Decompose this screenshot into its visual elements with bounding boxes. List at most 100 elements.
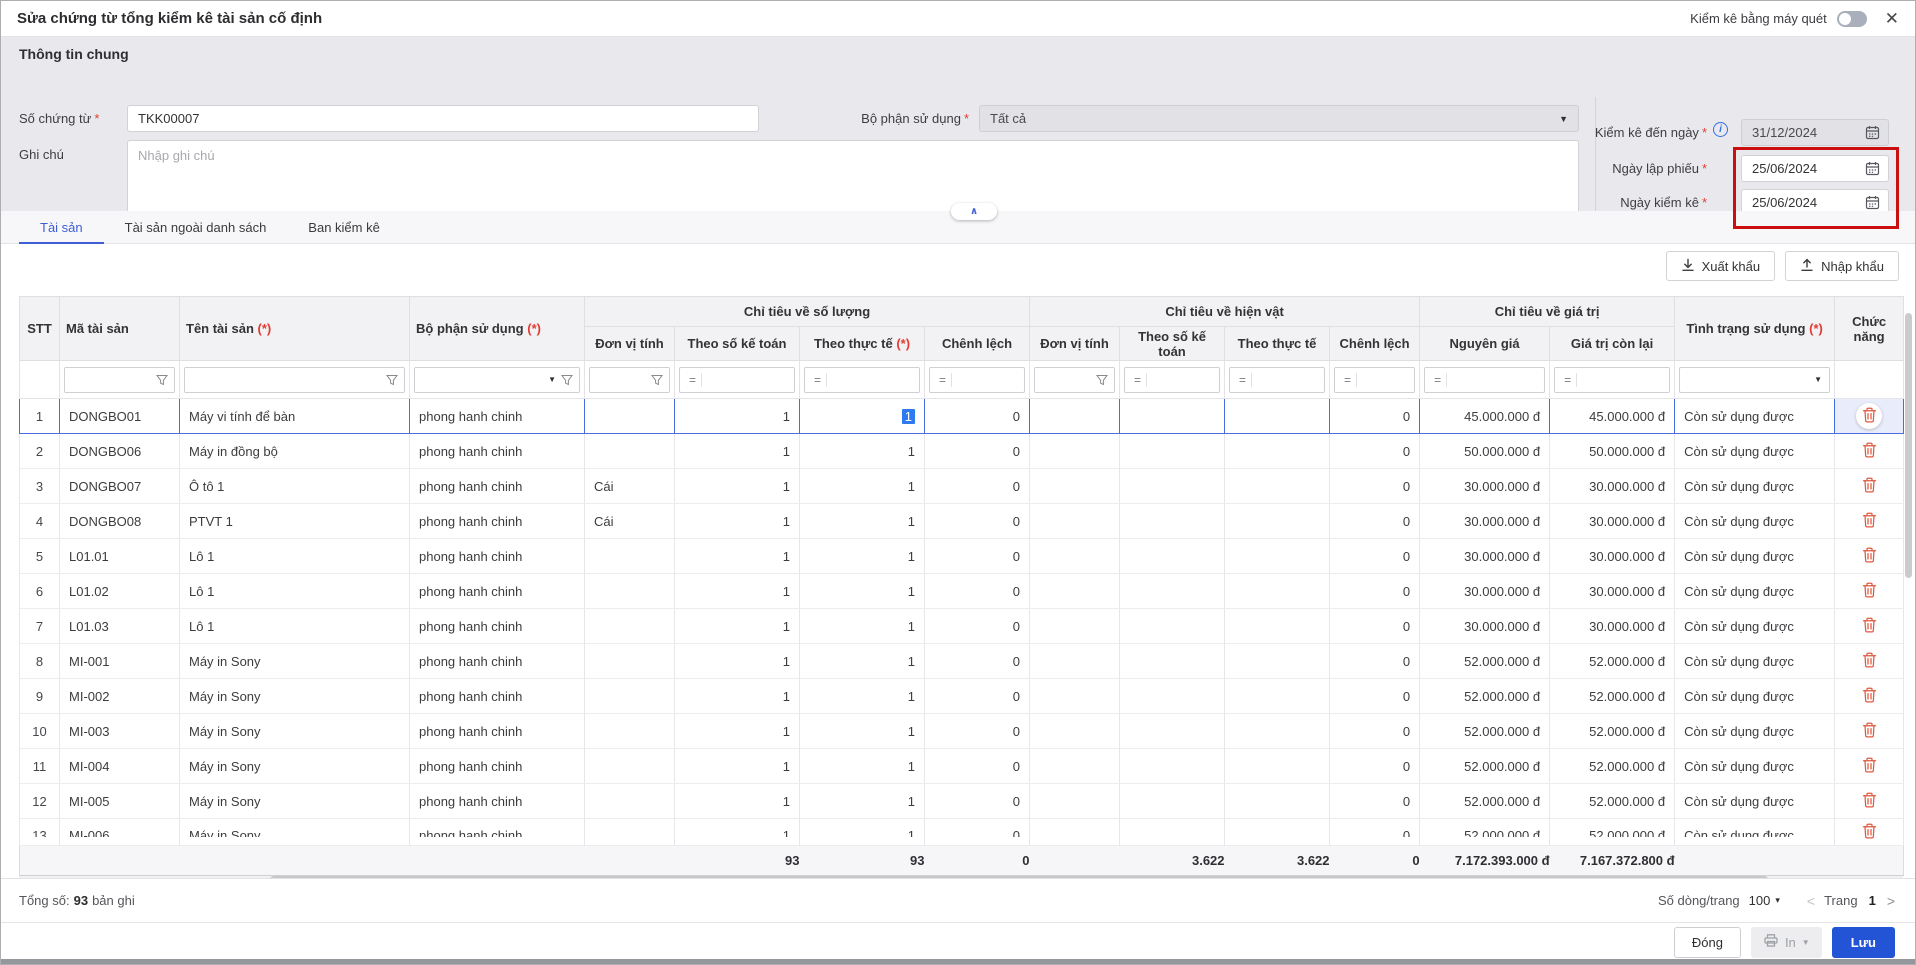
cell-nguyen-gia[interactable]: 52.000.000 đ	[1420, 749, 1550, 784]
cell-don-vi-tinh-sl[interactable]	[585, 819, 675, 846]
cell-chenh-lech-hv[interactable]: 0	[1330, 679, 1420, 714]
cell-don-vi-tinh-sl[interactable]	[585, 749, 675, 784]
cell-bo-phan-su-dung[interactable]: phong hanh chinh	[410, 749, 585, 784]
cell-theo-so-ke-toan-hv[interactable]	[1120, 504, 1225, 539]
cell-gia-tri-con-lai[interactable]: 30.000.000 đ	[1550, 539, 1675, 574]
cell-ma-tai-san[interactable]: MI-004	[60, 749, 180, 784]
filter-ten-tai-san-input[interactable]	[189, 369, 384, 391]
cell-theo-thuc-te-sl[interactable]: 1	[800, 679, 925, 714]
cell-theo-so-ke-toan-sl[interactable]: 1	[675, 434, 800, 469]
cell-don-vi-tinh-hv[interactable]	[1030, 504, 1120, 539]
table-row[interactable]: 1 DONGBO01 Máy vi tính để bàn phong hanh…	[20, 399, 1904, 434]
cell-theo-so-ke-toan-sl[interactable]: 1	[675, 644, 800, 679]
cell-chenh-lech-sl[interactable]: 0	[925, 469, 1030, 504]
cell-chenh-lech-sl[interactable]: 0	[925, 784, 1030, 819]
cell-theo-thuc-te-sl[interactable]: 1	[800, 434, 925, 469]
calendar-icon[interactable]	[1865, 125, 1880, 140]
cell-bo-phan-su-dung[interactable]: phong hanh chinh	[410, 434, 585, 469]
cell-tinh-trang-su-dung[interactable]: Còn sử dụng được	[1675, 434, 1835, 469]
vertical-scrollbar[interactable]	[1905, 299, 1912, 869]
cell-chenh-lech-sl[interactable]: 0	[925, 574, 1030, 609]
cell-chuc-nang[interactable]	[1835, 644, 1904, 679]
cell-chenh-lech-sl[interactable]: 0	[925, 539, 1030, 574]
cell-theo-so-ke-toan-hv[interactable]	[1120, 679, 1225, 714]
cell-chenh-lech-hv[interactable]: 0	[1330, 399, 1420, 434]
cell-don-vi-tinh-hv[interactable]	[1030, 469, 1120, 504]
tab-tai-san-ngoai-danh-sach[interactable]: Tài sản ngoài danh sách	[104, 211, 288, 243]
info-icon[interactable]: i	[1713, 122, 1728, 137]
cell-don-vi-tinh-hv[interactable]	[1030, 399, 1120, 434]
department-select[interactable]: Tất cả ▼	[979, 105, 1579, 132]
cell-chenh-lech-hv[interactable]: 0	[1330, 609, 1420, 644]
cell-theo-thuc-te-hv[interactable]	[1225, 609, 1330, 644]
cell-ten-tai-san[interactable]: Máy in Sony	[180, 749, 410, 784]
cell-nguyen-gia[interactable]: 52.000.000 đ	[1420, 784, 1550, 819]
cell-ten-tai-san[interactable]: Máy in Sony	[180, 679, 410, 714]
cell-don-vi-tinh-sl[interactable]	[585, 644, 675, 679]
cell-chenh-lech-hv[interactable]: 0	[1330, 574, 1420, 609]
cell-chenh-lech-sl[interactable]: 0	[925, 714, 1030, 749]
table-row[interactable]: 7 L01.03 Lô 1 phong hanh chinh 1 1 0 0 3…	[20, 609, 1904, 644]
delete-row-button[interactable]	[1856, 613, 1882, 639]
cell-theo-thuc-te-hv[interactable]	[1225, 714, 1330, 749]
next-page-button[interactable]: >	[1887, 893, 1895, 909]
cell-theo-thuc-te-hv[interactable]	[1225, 644, 1330, 679]
cell-chenh-lech-hv[interactable]: 0	[1330, 644, 1420, 679]
cell-ma-tai-san[interactable]: DONGBO07	[60, 469, 180, 504]
filter-icon[interactable]	[1094, 374, 1110, 386]
cell-ten-tai-san[interactable]: PTVT 1	[180, 504, 410, 539]
scan-toggle[interactable]	[1837, 11, 1867, 27]
cell-theo-thuc-te-sl[interactable]: 1	[800, 469, 925, 504]
cell-tinh-trang-su-dung[interactable]: Còn sử dụng được	[1675, 609, 1835, 644]
calendar-icon[interactable]	[1865, 161, 1880, 176]
cell-chuc-nang[interactable]	[1835, 714, 1904, 749]
cell-ma-tai-san[interactable]: DONGBO06	[60, 434, 180, 469]
cell-chuc-nang[interactable]	[1835, 784, 1904, 819]
close-button[interactable]: Đóng	[1674, 927, 1741, 958]
cell-theo-so-ke-toan-hv[interactable]	[1120, 399, 1225, 434]
cell-chuc-nang[interactable]	[1835, 434, 1904, 469]
cell-tinh-trang-su-dung[interactable]: Còn sử dụng được	[1675, 819, 1835, 846]
cell-theo-thuc-te-hv[interactable]	[1225, 819, 1330, 846]
filter-ma-tai-san-input[interactable]	[69, 369, 154, 391]
cell-don-vi-tinh-hv[interactable]	[1030, 434, 1120, 469]
cell-theo-so-ke-toan-hv[interactable]	[1120, 784, 1225, 819]
cell-theo-thuc-te-hv[interactable]	[1225, 749, 1330, 784]
cell-nguyen-gia[interactable]: 52.000.000 đ	[1420, 714, 1550, 749]
cell-ma-tai-san[interactable]: L01.03	[60, 609, 180, 644]
filter-tskt-hv[interactable]: =	[1124, 367, 1220, 393]
cell-nguyen-gia[interactable]: 52.000.000 đ	[1420, 819, 1550, 846]
cell-ten-tai-san[interactable]: Ô tô 1	[180, 469, 410, 504]
cell-chuc-nang[interactable]	[1835, 469, 1904, 504]
cell-chuc-nang[interactable]	[1835, 819, 1904, 846]
cell-theo-so-ke-toan-hv[interactable]	[1120, 434, 1225, 469]
prev-page-button[interactable]: <	[1807, 893, 1815, 909]
cell-ten-tai-san[interactable]: Lô 1	[180, 609, 410, 644]
filter-cl-sl[interactable]: =	[929, 367, 1025, 393]
cell-don-vi-tinh-sl[interactable]	[585, 679, 675, 714]
cell-theo-so-ke-toan-sl[interactable]: 1	[675, 749, 800, 784]
cell-chenh-lech-hv[interactable]: 0	[1330, 784, 1420, 819]
cell-don-vi-tinh-sl[interactable]	[585, 399, 675, 434]
cell-tinh-trang-su-dung[interactable]: Còn sử dụng được	[1675, 784, 1835, 819]
inventory-to-date-input[interactable]: 31/12/2024	[1741, 119, 1889, 146]
cell-tinh-trang-su-dung[interactable]: Còn sử dụng được	[1675, 469, 1835, 504]
filter-cl-hv-input[interactable]	[1360, 369, 1410, 391]
cell-theo-thuc-te-sl[interactable]: 1	[800, 504, 925, 539]
cell-don-vi-tinh-hv[interactable]	[1030, 574, 1120, 609]
table-row[interactable]: 13 MI-006 Máy in Sony phong hanh chinh 1…	[20, 819, 1904, 846]
cell-don-vi-tinh-sl[interactable]: Cái	[585, 504, 675, 539]
cell-don-vi-tinh-hv[interactable]	[1030, 679, 1120, 714]
filter-ttt-hv[interactable]: =	[1229, 367, 1325, 393]
cell-ten-tai-san[interactable]: Lô 1	[180, 574, 410, 609]
cell-theo-so-ke-toan-sl[interactable]: 1	[675, 539, 800, 574]
cell-tinh-trang-su-dung[interactable]: Còn sử dụng được	[1675, 749, 1835, 784]
cell-bo-phan-su-dung[interactable]: phong hanh chinh	[410, 714, 585, 749]
cell-chuc-nang[interactable]	[1835, 574, 1904, 609]
filter-icon[interactable]	[649, 374, 665, 386]
cell-tinh-trang-su-dung[interactable]: Còn sử dụng được	[1675, 504, 1835, 539]
cell-gia-tri-con-lai[interactable]: 52.000.000 đ	[1550, 714, 1675, 749]
filter-gtcl[interactable]: =	[1554, 367, 1670, 393]
cell-don-vi-tinh-hv[interactable]	[1030, 714, 1120, 749]
cell-theo-so-ke-toan-sl[interactable]: 1	[675, 609, 800, 644]
